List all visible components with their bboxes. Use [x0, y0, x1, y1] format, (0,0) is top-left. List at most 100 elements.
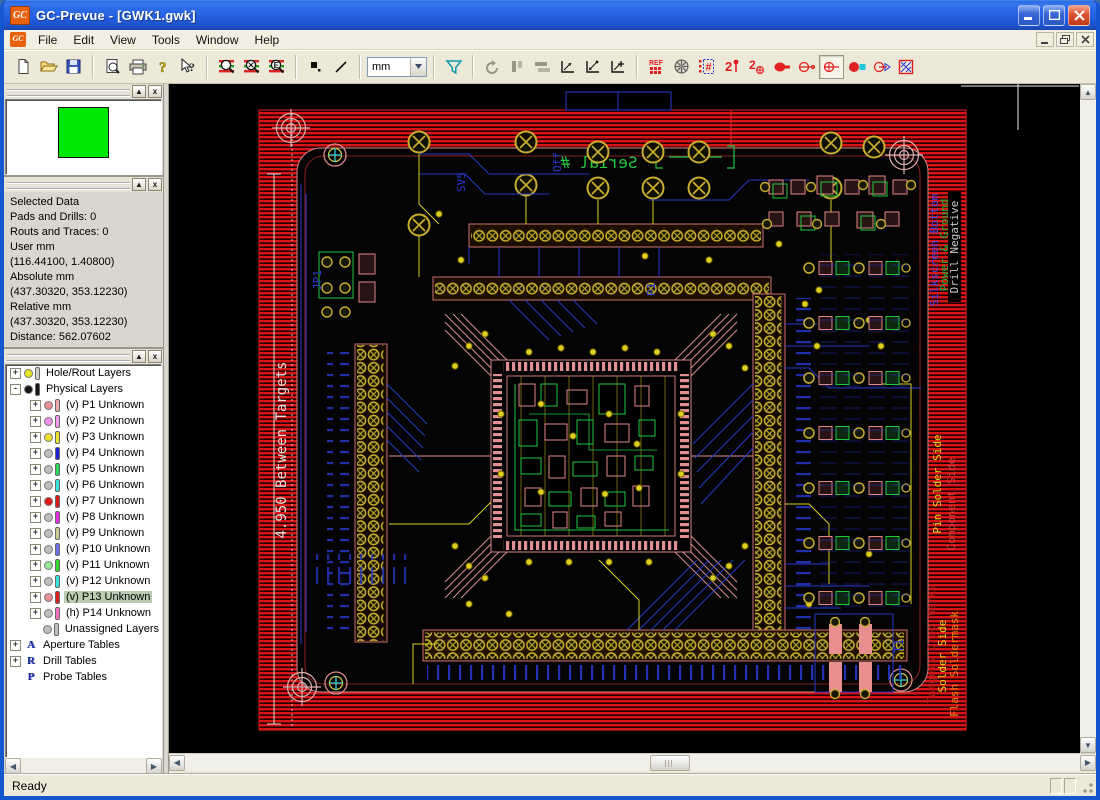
tree-expander[interactable]: + [30, 543, 41, 555]
layer-visibility-dot[interactable] [42, 624, 52, 634]
ellipse-pad-button[interactable] [769, 55, 794, 79]
tree-item[interactable]: +Unassigned Layers [6, 621, 161, 637]
layer-color-bar[interactable] [55, 430, 60, 444]
tree-item[interactable]: + A Aperture Tables [6, 637, 161, 653]
panel-grip[interactable] [7, 181, 130, 190]
layer-visibility-dot[interactable] [44, 432, 53, 442]
resize-grip[interactable] [1080, 777, 1094, 794]
layer-visibility-dot[interactable] [44, 512, 53, 522]
layer-color-bar[interactable] [35, 366, 40, 380]
document-icon[interactable]: GC [10, 32, 26, 47]
tree-item[interactable]: + (v) P1 Unknown [6, 397, 161, 413]
layer-visibility-dot[interactable] [44, 448, 53, 458]
layer-visibility-dot[interactable] [44, 400, 53, 410]
maximize-button[interactable] [1043, 4, 1065, 26]
pad-route-button[interactable] [869, 55, 894, 79]
tree-expander[interactable]: + [30, 463, 41, 475]
menu-tools[interactable]: Tools [144, 31, 188, 49]
tree-expander[interactable]: + [30, 607, 41, 619]
measure-delta-button[interactable] [580, 55, 605, 79]
scroll-left-arrow[interactable]: ◀ [169, 754, 185, 771]
help-button[interactable]: ? [150, 55, 175, 79]
panel-close-button[interactable]: x [148, 178, 162, 191]
layer-color-bar[interactable] [55, 542, 60, 556]
layer-color-bar[interactable] [55, 462, 60, 476]
pad-select-button[interactable] [819, 54, 844, 79]
zoom-extents-button[interactable]: E [264, 55, 289, 79]
tree-expander[interactable]: + [30, 431, 41, 443]
panel-collapse-button[interactable]: ▲ [132, 178, 146, 191]
layer-color-bar[interactable] [55, 398, 60, 412]
trace-display-button[interactable] [328, 55, 353, 79]
tree-expander[interactable]: + [30, 559, 41, 571]
tree-expander[interactable]: - [10, 383, 21, 395]
layer-visibility-dot[interactable] [44, 464, 53, 474]
layer-color-bar[interactable] [53, 622, 59, 636]
pad-fill-button[interactable] [844, 55, 869, 79]
tree-item[interactable]: - Physical Layers [6, 381, 161, 397]
layer-visibility-dot[interactable] [44, 608, 53, 618]
mdi-restore-button[interactable] [1056, 32, 1074, 47]
tree-expander[interactable]: + [10, 367, 21, 379]
close-button[interactable] [1068, 4, 1090, 26]
layer-color-bar[interactable] [55, 606, 60, 620]
pcb-viewport[interactable]: 4.950 Between Targets Serial # T1 Off SV… [169, 84, 1080, 753]
menu-edit[interactable]: Edit [65, 31, 102, 49]
pad-display-button[interactable] [303, 55, 328, 79]
new-document-button[interactable] [11, 55, 36, 79]
tree-expander[interactable]: + [10, 639, 21, 651]
zoom-window-button[interactable] [214, 55, 239, 79]
tree-expander[interactable]: + [30, 527, 41, 539]
zoom-scale-button[interactable] [239, 55, 264, 79]
context-help-button[interactable]: ? [175, 55, 200, 79]
tree-item[interactable]: + (v) P2 Unknown [6, 413, 161, 429]
panel-close-button[interactable]: x [148, 350, 162, 363]
tree-item[interactable]: + (v) P11 Unknown [6, 557, 161, 573]
filter-button[interactable] [441, 55, 466, 79]
tree-item[interactable]: + (h) P14 Unknown [6, 605, 161, 621]
panel-collapse-button[interactable]: ▲ [132, 350, 146, 363]
tree-horizontal-scrollbar[interactable]: ◀ ▶ [5, 758, 162, 774]
tree-item[interactable]: +PProbe Tables [6, 669, 161, 685]
tree-expander[interactable]: + [30, 591, 41, 603]
vertical-scrollbar[interactable]: ▲ ▼ [1080, 84, 1096, 753]
combo-dropdown-icon[interactable] [410, 57, 426, 76]
tree-item[interactable]: + (v) P3 Unknown [6, 429, 161, 445]
layer-visibility-dot[interactable] [44, 416, 53, 426]
horizontal-scrollbar[interactable]: ◀ ▶ [169, 753, 1096, 771]
tree-expander[interactable]: + [30, 479, 41, 491]
units-combobox[interactable]: mm [367, 56, 427, 77]
board-preview[interactable] [5, 99, 162, 175]
tree-item[interactable]: + Hole/Rout Layers [6, 365, 161, 381]
tree-item[interactable]: + (v) P13 Unknown [6, 589, 161, 605]
measure-origin-button[interactable] [555, 55, 580, 79]
tree-item[interactable]: + (v) P6 Unknown [6, 477, 161, 493]
menu-file[interactable]: File [30, 31, 65, 49]
menu-window[interactable]: Window [188, 31, 247, 49]
save-button[interactable] [61, 55, 86, 79]
layer-color-bar[interactable] [55, 478, 60, 492]
layer-visibility-dot[interactable] [44, 496, 53, 506]
open-button[interactable] [36, 55, 61, 79]
layer-color-bar[interactable] [55, 494, 60, 508]
add-pad-button[interactable]: 2 [744, 55, 769, 79]
tree-item[interactable]: + (v) P8 Unknown [6, 509, 161, 525]
tree-expander[interactable]: + [30, 399, 41, 411]
tree-item[interactable]: + (v) P4 Unknown [6, 445, 161, 461]
layer-visibility-dot[interactable] [44, 544, 53, 554]
aperture-wheel-button[interactable] [669, 55, 694, 79]
measure-mark-button[interactable] [605, 55, 630, 79]
tree-item[interactable]: + (v) P5 Unknown [6, 461, 161, 477]
tree-expander[interactable]: + [30, 511, 41, 523]
layer-visibility-dot[interactable] [24, 384, 33, 394]
ref-pads-button[interactable]: REF [644, 55, 669, 79]
menu-help[interactable]: Help [247, 31, 288, 49]
numbered-pads-button[interactable]: # [694, 55, 719, 79]
layer-visibility-dot[interactable] [44, 592, 53, 602]
layer-visibility-dot[interactable] [24, 368, 33, 378]
mdi-close-button[interactable] [1076, 32, 1094, 47]
tree-item[interactable]: + (v) P12 Unknown [6, 573, 161, 589]
layer-visibility-dot[interactable] [44, 528, 53, 538]
tree-expander[interactable]: + [30, 575, 41, 587]
layer-color-bar[interactable] [55, 558, 60, 572]
